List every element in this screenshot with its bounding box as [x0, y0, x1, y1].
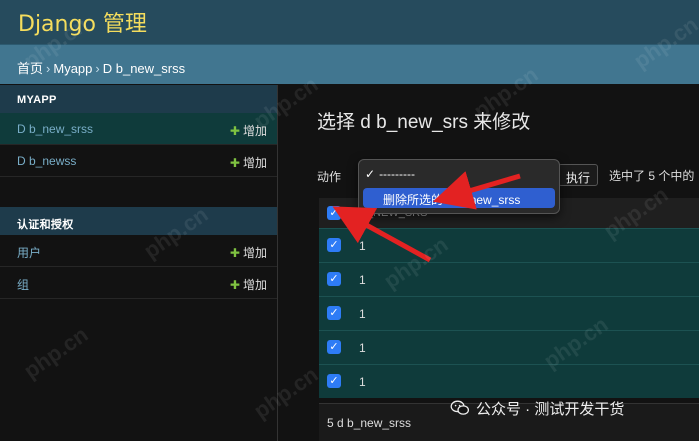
row-checkbox[interactable]: ✓ [327, 374, 341, 388]
wechat-icon [450, 400, 470, 415]
add-user-link[interactable]: ✚ 增加 [230, 244, 267, 261]
breadcrumb-separator: › [46, 61, 51, 76]
breadcrumb-current: D b_new_srss [102, 61, 186, 76]
table-row: ✓ 1 [319, 262, 699, 296]
nav-sidebar: MYAPP D b_new_srss ✚ 增加 D b_newss ✚ 增加 认证和… [0, 85, 278, 441]
add-group-link[interactable]: ✚ 增加 [230, 276, 267, 293]
site-brand[interactable]: Django 管理 [18, 6, 147, 38]
sidebar-item-d-b-new-srss: D b_new_srss ✚ 增加 [0, 113, 277, 145]
table-row: ✓ 1 [319, 296, 699, 330]
checkmark-icon: ✓ [365, 167, 376, 181]
breadcrumb-separator: › [95, 61, 100, 76]
breadcrumb: 首页 › Myapp › D b_new_srss [0, 44, 699, 84]
breadcrumb-home[interactable]: 首页 [17, 61, 43, 76]
add-label: 增加 [242, 246, 267, 260]
select-all-checkbox[interactable]: ✓ [327, 206, 341, 220]
dropdown-option-empty[interactable]: ✓ --------- [365, 167, 415, 181]
wechat-account-name: 公众号 · 测试开发干货 [476, 401, 625, 418]
sidebar-item-label[interactable]: D b_newss [17, 154, 76, 168]
add-d-b-new-srss-link[interactable]: ✚ 增加 [230, 122, 267, 139]
run-action-button[interactable]: 执行 [558, 164, 598, 186]
result-list-table: ✓ D_NEW_SRS ✓ 1 ✓ 1 ✓ 1 ✓ 1 ✓ 1 [319, 198, 699, 403]
sidebar-item-label[interactable]: 用户 [17, 244, 41, 261]
option-label: --------- [379, 167, 416, 181]
module-caption-myapp[interactable]: MYAPP [0, 85, 277, 113]
dropdown-option-delete-selected[interactable]: 删除所选的 d b_new_srss [363, 188, 555, 208]
row-checkbox[interactable]: ✓ [327, 306, 341, 320]
plus-icon: ✚ [229, 124, 240, 138]
row-value[interactable]: 1 [359, 239, 366, 253]
module-caption-auth[interactable]: 认证和授权 [0, 207, 277, 235]
row-value[interactable]: 1 [359, 273, 366, 287]
breadcrumb-app[interactable]: Myapp [53, 61, 92, 76]
table-row: ✓ 1 [319, 364, 699, 398]
sidebar-item-users: 用户 ✚ 增加 [0, 235, 277, 267]
table-row: ✓ 1 [319, 330, 699, 364]
wechat-account-badge: 公众号 · 测试开发干货 [450, 398, 624, 426]
plus-icon: ✚ [229, 156, 240, 170]
page-title: 选择 d b_new_srs 来修改 [317, 112, 531, 133]
sidebar-item-label[interactable]: 组 [17, 276, 29, 293]
add-label: 增加 [242, 124, 267, 138]
add-label: 增加 [242, 156, 267, 170]
plus-icon: ✚ [229, 246, 240, 260]
plus-icon: ✚ [229, 278, 240, 292]
sidebar-item-label[interactable]: D b_new_srss [17, 122, 93, 136]
row-value[interactable]: 1 [359, 375, 366, 389]
sidebar-item-d-b-newss: D b_newss ✚ 增加 [0, 145, 277, 177]
add-label: 增加 [242, 278, 267, 292]
table-row: ✓ 1 [319, 228, 699, 262]
sidebar-item-groups: 组 ✚ 增加 [0, 267, 277, 299]
action-label: 动作 [317, 170, 342, 184]
row-checkbox[interactable]: ✓ [327, 238, 341, 252]
row-checkbox[interactable]: ✓ [327, 340, 341, 354]
row-value[interactable]: 1 [359, 307, 366, 321]
selection-counter: 选中了 5 个中的 [609, 169, 695, 183]
row-value[interactable]: 1 [359, 341, 366, 355]
site-header: Django 管理 [0, 0, 699, 44]
row-checkbox[interactable]: ✓ [327, 272, 341, 286]
add-d-b-newss-link[interactable]: ✚ 增加 [230, 154, 267, 171]
action-select-dropdown[interactable]: ✓ --------- 删除所选的 d b_new_srss [358, 159, 560, 214]
